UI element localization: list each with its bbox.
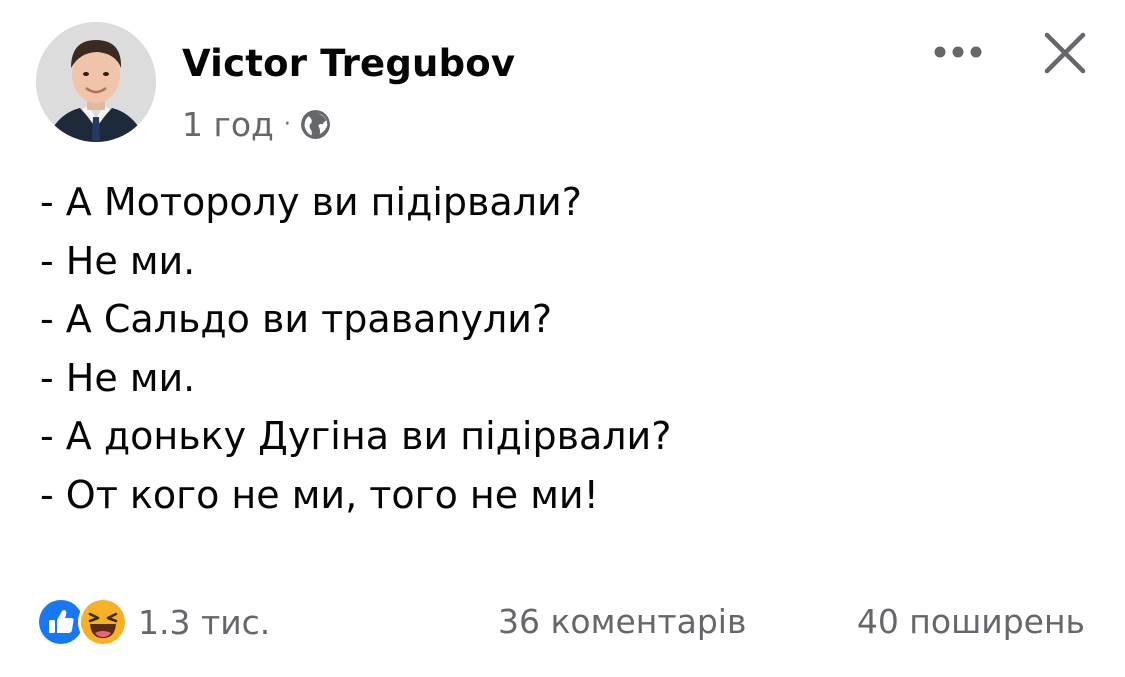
comments-count[interactable]: 36 коментарів bbox=[498, 602, 746, 641]
post-line: - А Моторолу ви підірвали? bbox=[40, 180, 582, 224]
reaction-count: 1.3 тис. bbox=[138, 602, 271, 642]
post-line: - А Сальдо ви травanули? bbox=[40, 297, 553, 341]
reactions-summary[interactable]: 1.3 тис. bbox=[36, 596, 270, 648]
post-line: - Не ми. bbox=[40, 355, 196, 400]
author-name[interactable]: Victor Tregubov bbox=[182, 42, 515, 85]
globe-icon[interactable] bbox=[299, 108, 332, 141]
more-options-button[interactable] bbox=[928, 30, 988, 74]
post-time[interactable]: 1 год bbox=[182, 105, 274, 144]
post-header: Victor Tregubov 1 год · bbox=[0, 0, 1125, 160]
post-line: - Не ми. bbox=[40, 238, 196, 283]
post-line: - От кого не ми, того не ми! bbox=[40, 472, 599, 517]
close-icon bbox=[1044, 32, 1086, 74]
meta-separator: · bbox=[283, 111, 291, 137]
post-body: - А Моторолу ви підірвали? - Не ми. - А … bbox=[40, 173, 1080, 524]
close-button[interactable] bbox=[1036, 24, 1094, 82]
haha-icon bbox=[78, 597, 128, 647]
post-footer: 1.3 тис. 36 коментарів 40 поширень bbox=[0, 590, 1125, 654]
shares-count[interactable]: 40 поширень bbox=[857, 602, 1085, 641]
more-horizontal-icon bbox=[934, 46, 982, 58]
author-avatar[interactable] bbox=[36, 22, 156, 142]
post-line: - А доньку Дугіна ви підірвали? bbox=[40, 414, 672, 458]
post-meta: 1 год · bbox=[182, 104, 332, 144]
